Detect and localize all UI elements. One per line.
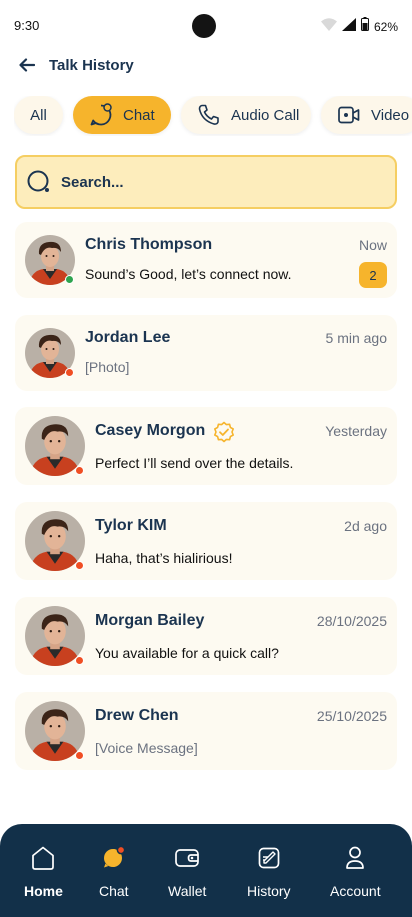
chat-bubble-icon [89, 103, 113, 127]
message-time: Yesterday [325, 423, 387, 439]
message-time: 5 min ago [325, 330, 387, 346]
offline-status-dot [75, 466, 84, 475]
contact-name: Drew Chen [95, 707, 179, 724]
tab-video[interactable]: Video [321, 96, 412, 134]
nav-wallet-label: Wallet [168, 883, 207, 899]
history-icon [257, 844, 281, 872]
nav-home[interactable]: Home [24, 844, 63, 899]
signal-icon [341, 17, 356, 36]
tab-all-label: All [30, 106, 47, 124]
phone-icon [197, 103, 221, 127]
conversation-item[interactable]: Drew Chen [Voice Message] 25/10/2025 [15, 692, 397, 770]
contact-name: Tylor KIM [95, 517, 167, 534]
contact-name: Jordan Lee [85, 329, 171, 346]
contact-name: Chris Thompson [85, 236, 213, 253]
status-icons: 62% [320, 17, 398, 36]
offline-status-dot [65, 368, 74, 377]
bottom-navigation: Home Chat Wallet History Account [0, 824, 412, 917]
home-icon [31, 844, 55, 872]
conversation-item[interactable]: Jordan Lee [Photo] 5 min ago [15, 315, 397, 391]
camera-cutout [192, 14, 216, 38]
tab-chat[interactable]: Chat [73, 96, 171, 134]
last-message: Perfect I’ll send over the details. [95, 455, 294, 471]
last-message: [Voice Message] [95, 740, 198, 756]
avatar[interactable] [25, 328, 75, 378]
nav-history[interactable]: History [247, 844, 291, 899]
message-time: 28/10/2025 [316, 613, 387, 629]
contact-name: Casey Morgon [95, 422, 206, 439]
offline-status-dot [75, 561, 84, 570]
verified-badge-icon [213, 421, 235, 443]
search-input[interactable]: Search... [15, 155, 397, 209]
nav-history-label: History [247, 883, 291, 899]
nav-wallet[interactable]: Wallet [168, 844, 206, 899]
arrow-left-icon [19, 58, 35, 72]
last-message: Haha, that’s hialirious! [95, 550, 233, 566]
avatar[interactable] [25, 416, 85, 476]
page-title: Talk History [49, 56, 134, 74]
status-bar: 9:30 62% [0, 0, 412, 52]
video-camera-icon [337, 103, 361, 127]
conversation-item[interactable]: Casey Morgon Perfect I’ll send over the … [15, 407, 397, 485]
last-message: Sound’s Good, let’s connect now. [85, 266, 292, 282]
status-time: 9:30 [14, 18, 40, 33]
nav-account-label: Account [330, 883, 381, 899]
tab-video-label: Video [371, 106, 410, 124]
avatar[interactable] [25, 701, 85, 761]
avatar[interactable] [25, 606, 85, 666]
avatar[interactable] [25, 511, 85, 571]
search-placeholder: Search... [61, 173, 124, 191]
wallet-icon [174, 844, 200, 872]
tab-audio-call[interactable]: Audio Call [181, 96, 311, 134]
nav-home-label: Home [24, 883, 63, 899]
message-time: Now [358, 237, 387, 253]
nav-chat[interactable]: Chat [99, 844, 129, 899]
message-time: 25/10/2025 [316, 708, 387, 724]
contact-name: Morgan Bailey [95, 612, 205, 629]
battery-percentage: 62% [373, 19, 398, 34]
back-button[interactable] [14, 52, 40, 78]
search-icon [26, 169, 52, 195]
message-time: 2d ago [344, 518, 387, 534]
offline-status-dot [75, 656, 84, 665]
battery-icon [360, 17, 369, 36]
header: Talk History [14, 52, 134, 78]
offline-status-dot [75, 751, 84, 760]
avatar[interactable] [25, 235, 75, 285]
filter-tabs: All Chat Audio Call Video [14, 96, 412, 136]
unread-count-badge: 2 [359, 262, 387, 288]
nav-chat-label: Chat [99, 883, 129, 899]
tab-audio-call-label: Audio Call [231, 106, 300, 124]
conversation-item[interactable]: Tylor KIM Haha, that’s hialirious! 2d ag… [15, 502, 397, 580]
last-message: [Photo] [85, 359, 130, 375]
account-icon [344, 844, 366, 872]
last-message: You available for a quick call? [95, 645, 279, 661]
conversation-item[interactable]: Morgan Bailey You available for a quick … [15, 597, 397, 675]
nav-account[interactable]: Account [330, 844, 381, 899]
tab-chat-label: Chat [123, 106, 155, 124]
wifi-icon [320, 17, 337, 36]
online-status-dot [65, 275, 74, 284]
chat-icon [101, 844, 127, 872]
conversation-item[interactable]: Chris Thompson Sound’s Good, let’s conne… [15, 222, 397, 298]
tab-all[interactable]: All [14, 96, 63, 134]
